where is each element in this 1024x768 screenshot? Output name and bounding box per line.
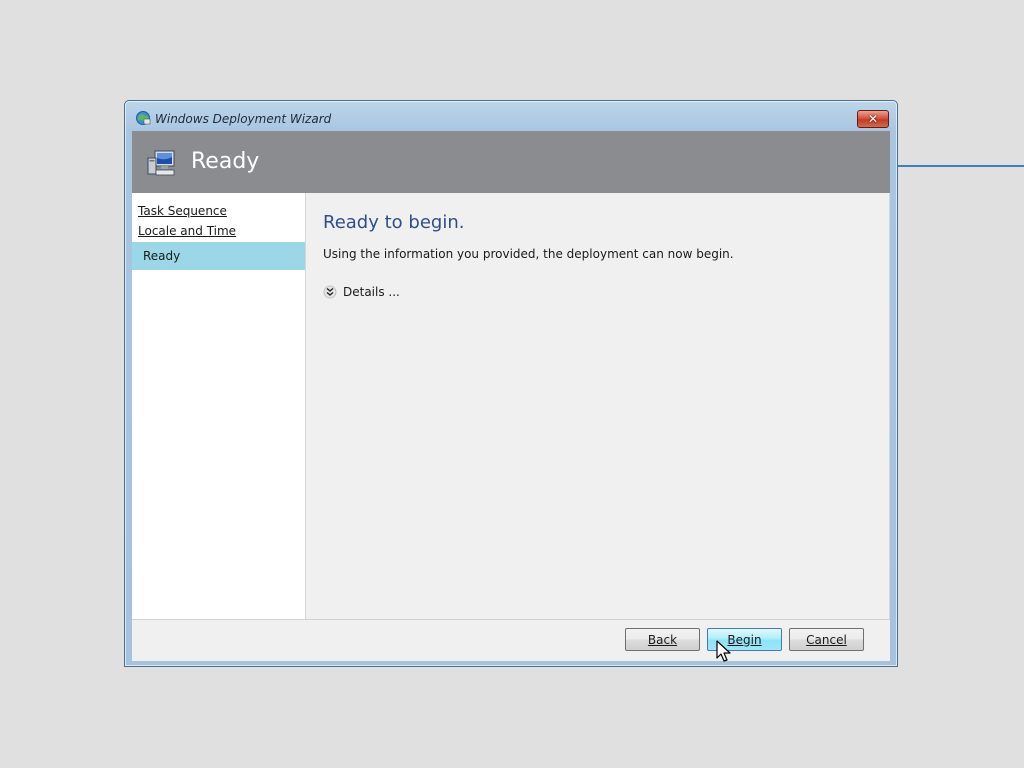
nav-item-ready[interactable]: Ready <box>132 242 305 270</box>
wizard-footer: Back Begin Cancel <box>132 619 890 661</box>
computer-icon <box>147 150 175 176</box>
back-button-label: Back <box>647 632 678 647</box>
content-edge <box>889 193 890 619</box>
wizard-navigation: Task Sequence Locale and Time Ready <box>132 193 306 619</box>
nav-item-task-sequence[interactable]: Task Sequence <box>138 204 227 218</box>
content-heading: Ready to begin. <box>323 212 465 233</box>
desktop: Windows Deployment Wizard ✕ Ready Task S… <box>0 0 1024 768</box>
cancel-button-label: Cancel <box>806 632 847 647</box>
window-titlebar[interactable]: Windows Deployment Wizard ✕ <box>125 101 897 131</box>
content-description: Using the information you provided, the … <box>323 247 734 261</box>
wizard-client-area: Ready Task Sequence Locale and Time Read… <box>132 131 890 661</box>
page-title: Ready <box>191 149 260 174</box>
wizard-header: Ready <box>132 131 890 193</box>
details-expander[interactable]: Details ... <box>323 283 400 301</box>
wizard-window: Windows Deployment Wizard ✕ Ready Task S… <box>124 100 898 667</box>
back-button[interactable]: Back <box>625 628 700 651</box>
nav-item-ready-label: Ready <box>143 249 181 263</box>
cancel-button[interactable]: Cancel <box>789 628 864 651</box>
window-title: Windows Deployment Wizard <box>155 112 332 126</box>
background-line <box>898 165 1024 167</box>
details-label: Details ... <box>343 285 400 299</box>
close-icon: ✕ <box>867 112 879 126</box>
deployment-wizard-icon <box>136 111 151 125</box>
begin-button-label: Begin <box>727 632 762 647</box>
expand-chevron-icon <box>323 285 337 299</box>
nav-item-locale-and-time[interactable]: Locale and Time <box>138 224 236 238</box>
begin-button[interactable]: Begin <box>707 628 782 651</box>
close-button[interactable]: ✕ <box>857 110 889 128</box>
wizard-content: Ready to begin. Using the information yo… <box>306 193 890 619</box>
